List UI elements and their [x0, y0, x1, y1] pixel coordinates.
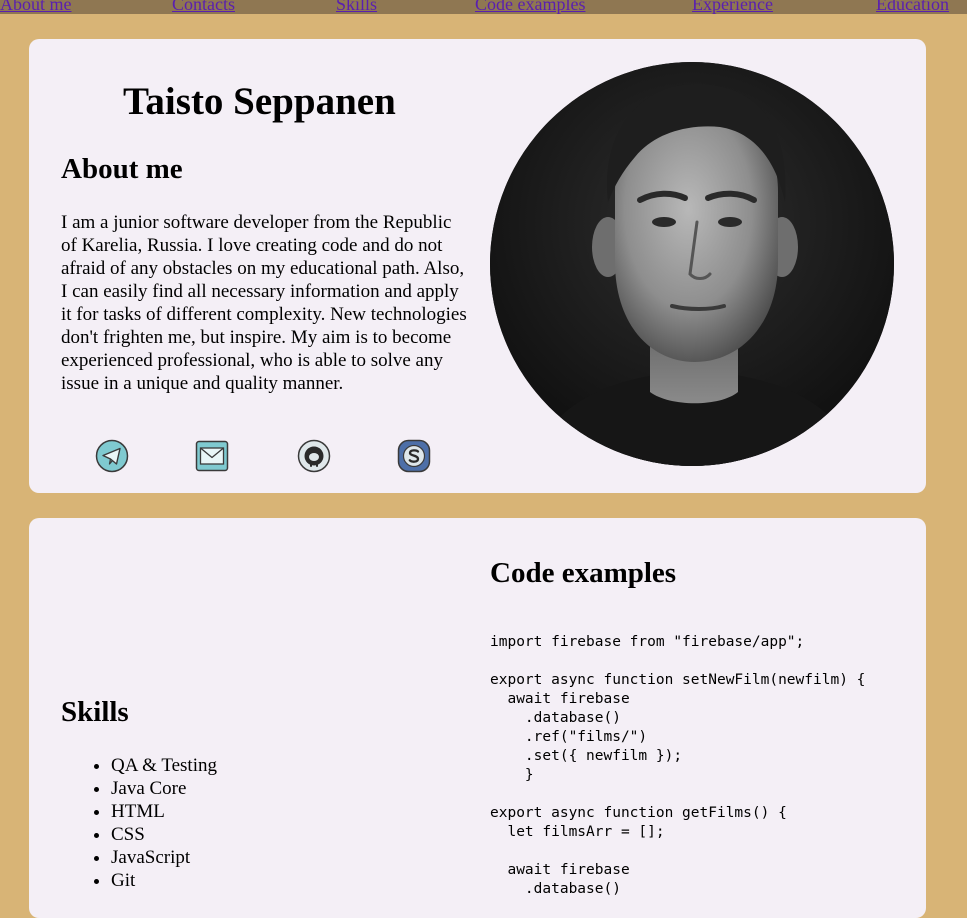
skills-heading: Skills: [61, 696, 129, 728]
list-item: QA & Testing: [111, 754, 217, 777]
nav-link-code-examples[interactable]: Code examples: [475, 0, 585, 14]
skills-list: QA & Testing Java Core HTML CSS JavaScri…: [61, 754, 217, 892]
list-item: Java Core: [111, 777, 217, 800]
about-heading: About me: [61, 153, 183, 185]
email-icon[interactable]: [195, 439, 229, 473]
list-item: JavaScript: [111, 846, 217, 869]
profile-name: Taisto Seppanen: [123, 80, 396, 123]
top-nav: About me Contacts Skills Code examples E…: [0, 0, 967, 14]
nav-link-skills[interactable]: Skills: [336, 0, 377, 14]
list-item: HTML: [111, 800, 217, 823]
nav-link-education[interactable]: Education: [876, 0, 949, 14]
list-item: CSS: [111, 823, 217, 846]
nav-link-contacts[interactable]: Contacts: [172, 0, 235, 14]
nav-link-about-me[interactable]: About me: [0, 0, 72, 14]
list-item: Git: [111, 869, 217, 892]
skype-icon[interactable]: [397, 439, 431, 473]
github-icon[interactable]: [297, 439, 331, 473]
code-block: import firebase from "firebase/app"; exp…: [490, 634, 866, 897]
nav-link-experience[interactable]: Experience: [692, 0, 773, 14]
code-examples-heading: Code examples: [490, 557, 677, 589]
about-text: I am a junior software developer from th…: [61, 212, 467, 394]
profile-photo: [490, 62, 894, 466]
telegram-icon[interactable]: [95, 439, 129, 473]
